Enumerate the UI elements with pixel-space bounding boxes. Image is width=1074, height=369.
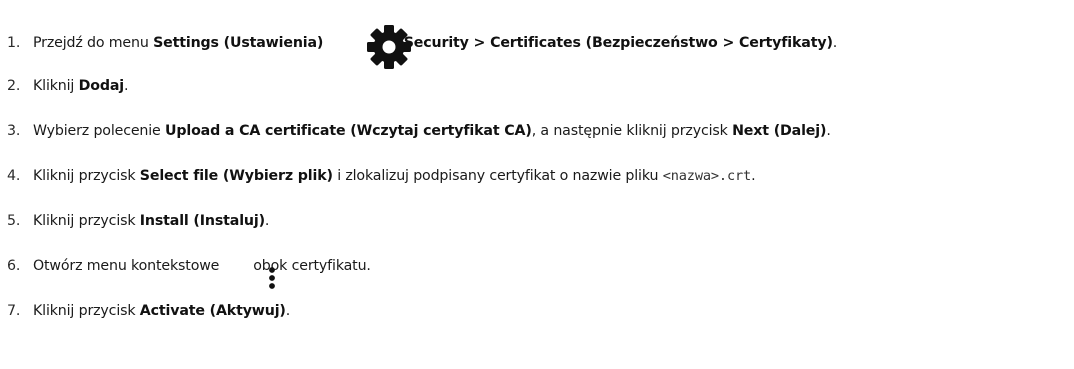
step-text-plain: . [751,168,756,184]
step-text-plain: i zlokalizuj podpisany certyfikat o nazw… [332,168,663,184]
more-vertical-icon [231,250,276,289]
step-text-bold: Settings (Ustawienia) [153,35,324,51]
step-text-plain: . [123,78,129,94]
step-text: Kliknij Dodaj. [33,78,129,94]
step-text-plain: , a następnie kliknij przycisk [531,123,733,139]
step-text: Wybierz polecenie Upload a CA certificat… [33,123,831,139]
step-number: 2. [7,78,21,94]
file-name-code: <nazwa>.crt [662,168,752,184]
step-text-plain: Kliknij [33,78,79,94]
step-text-bold: Next (Dalej) [732,123,827,139]
step-text-plain: Kliknij przycisk [33,168,140,184]
step-text-plain: . [826,123,831,139]
step-text-plain: Kliknij przycisk [33,303,140,319]
step-number: 1. [7,35,21,51]
step-text-bold: Install (Instaluj) [139,213,265,229]
step-2: 2. Kliknij Dodaj. [0,73,129,99]
step-6: 6. Otwórz menu kontekstowe obok certyfik… [0,250,371,289]
step-text-plain: . [832,35,838,51]
step-text-bold: Select file (Wybierz plik) [139,168,333,184]
step-number: 7. [7,303,21,319]
step-text: Kliknij przycisk Select file (Wybierz pl… [33,168,756,184]
step-7: 7. Kliknij przycisk Activate (Aktywuj). [0,298,290,324]
step-text: Przejdź do menu Settings (Ustawienia) Se… [33,20,838,69]
step-text-bold: Security > Certificates (Bezpieczeństwo … [403,35,833,51]
step-text-plain: Otwórz menu kontekstowe [33,258,220,274]
step-text-bold: Upload a CA certificate (Wczytaj certyfi… [165,123,532,139]
step-text: Otwórz menu kontekstowe obok certyfikatu… [33,250,371,289]
step-4: 4. Kliknij przycisk Select file (Wybierz… [0,163,756,189]
step-number: 5. [7,213,21,229]
step-text-plain: Kliknij przycisk [33,213,140,229]
gear-icon [329,8,412,69]
step-text-plain: Wybierz polecenie [33,123,165,139]
step-text-plain: . [264,213,270,229]
step-text-bold: Activate (Aktywuj) [139,303,286,319]
step-1: 1. Przejdź do menu Settings (Ustawienia) [0,25,837,69]
step-text: Kliknij przycisk Install (Instaluj). [33,213,269,229]
step-text-plain: . [285,303,291,319]
step-number: 6. [7,258,21,274]
step-number: 4. [7,168,21,184]
step-5: 5. Kliknij przycisk Install (Instaluj). [0,208,269,234]
step-text-plain: Przejdź do menu [33,35,154,51]
step-number: 3. [7,123,21,139]
step-3: 3. Wybierz polecenie Upload a CA certifi… [0,118,831,144]
step-text-bold: Dodaj [78,78,125,94]
step-text: Kliknij przycisk Activate (Aktywuj). [33,303,290,319]
